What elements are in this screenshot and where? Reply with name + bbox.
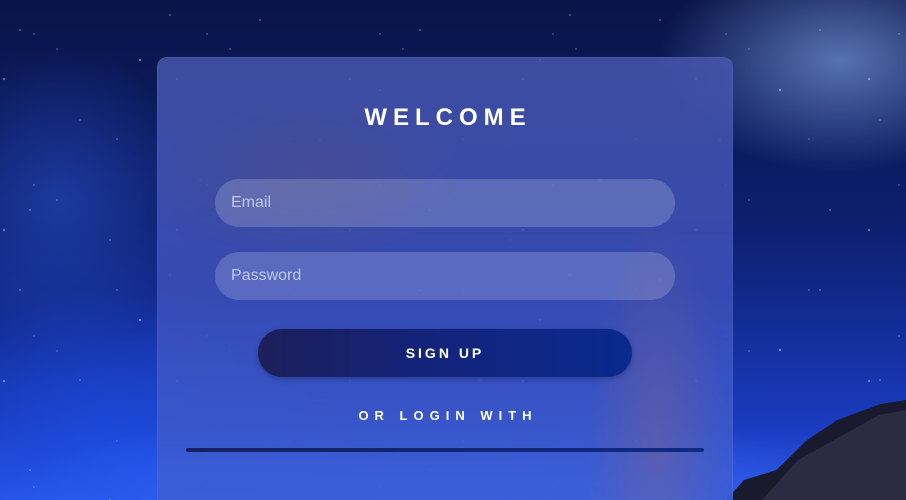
password-input[interactable] [215,252,675,300]
or-login-with-label: OR LOGIN WITH [358,408,538,423]
login-card: WELCOME SIGN UP OR LOGIN WITH [157,57,733,500]
welcome-title: WELCOME [364,104,532,131]
email-input[interactable] [215,179,675,227]
divider [186,448,704,452]
background-night-sky: WELCOME SIGN UP OR LOGIN WITH [0,0,906,500]
sign-up-button[interactable]: SIGN UP [258,329,632,377]
